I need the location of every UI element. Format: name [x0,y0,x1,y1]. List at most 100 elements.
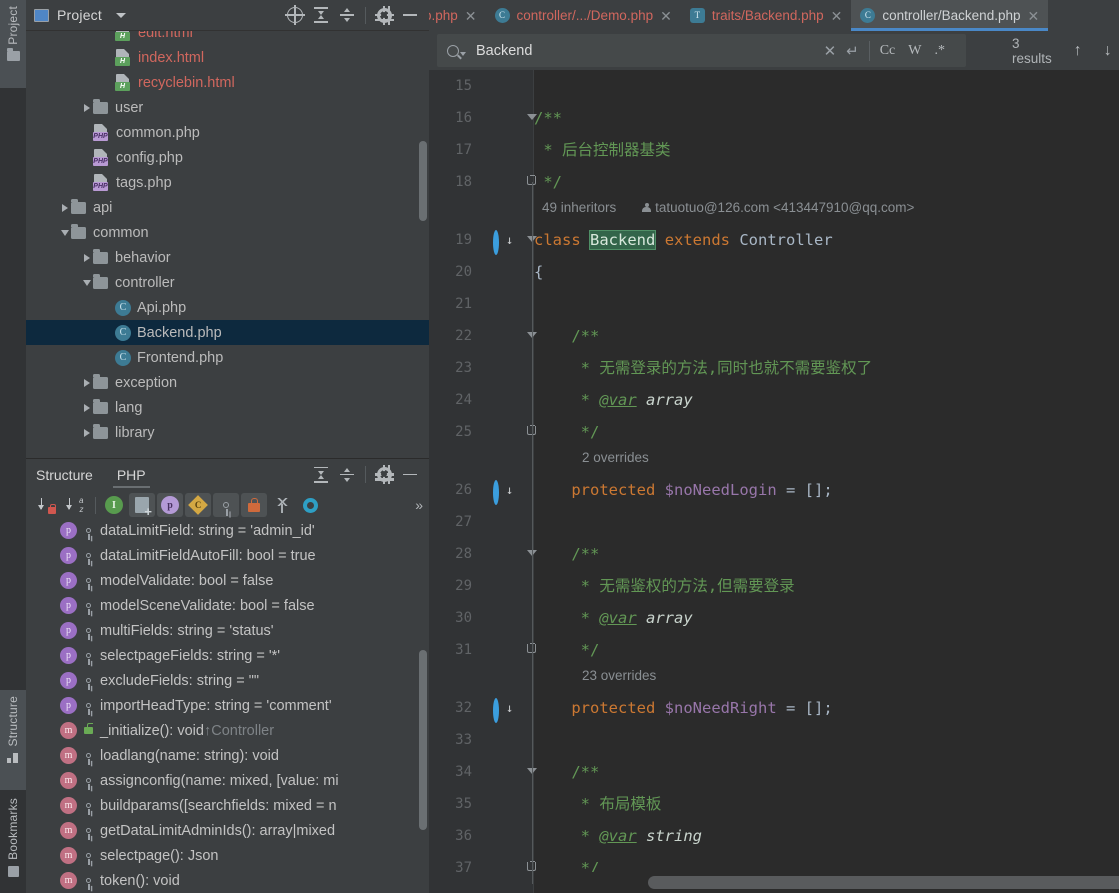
show-properties-button[interactable]: p [157,493,183,517]
structure-list-item[interactable]: p excludeFields: string = "" [26,668,429,693]
structure-list-item[interactable]: p importHeadType: string = 'comment' [26,693,429,718]
editor-tab[interactable]: Ccontroller/Backend.php ✕ [851,0,1049,31]
structure-list-item[interactable]: p modelSceneValidate: bool = false [26,593,429,618]
structure-list-item[interactable]: m _initialize(): void ↑Controller [26,718,429,743]
more-toolbar-button[interactable]: » [415,497,423,513]
editor-tab[interactable]: Ccontroller/.../Demo.php ✕ [486,0,681,31]
inline-hint-inheritors[interactable]: 49 inheritors tatuotuo@126.com <41344791… [534,195,914,221]
chevron-right-icon[interactable] [80,403,93,412]
tree-row[interactable]: common [26,220,429,245]
chevron-right-icon[interactable] [80,428,93,437]
close-icon[interactable]: ✕ [660,9,672,23]
tab-structure[interactable]: Structure [36,459,93,490]
protected-visibility-icon [81,528,95,540]
code-editor[interactable]: 15 16 17 18 19 ↓ 20 21 22 23 24 25 26 ↓ 27 28 29 30 31 32 ↓ 3… [429,70,1119,893]
structure-list-item[interactable]: p dataLimitFieldAutoFill: bool = true [26,543,429,568]
prev-match-button[interactable]: ↑ [1074,42,1082,60]
tree-row[interactable]: C Api.php [26,295,429,320]
editor-tab[interactable]: o.php ✕ [429,0,486,31]
show-interfaces-button[interactable] [297,493,323,517]
close-icon[interactable]: ✕ [465,9,477,23]
structure-list-item[interactable]: p dataLimitField: string = 'admin_id' [26,520,429,543]
new-line-icon[interactable]: ↵ [846,42,859,60]
tree-row[interactable]: PHP common.php [26,120,429,145]
horizontal-scrollbar-thumb[interactable] [648,876,1119,889]
show-fields-button[interactable] [129,493,155,517]
structure-collapse-all-button[interactable] [334,462,360,488]
expand-all-button[interactable] [308,2,334,28]
chevron-right-icon[interactable] [58,203,71,212]
structure-settings-button[interactable] [371,462,397,488]
tree-row[interactable]: behavior [26,245,429,270]
chevron-down-icon[interactable] [115,12,126,18]
match-case-toggle[interactable]: Cc [880,43,896,59]
structure-list-item[interactable]: m token(): void [26,868,429,893]
project-file-tree[interactable]: Hedit.html Hindex.html Hrecyclebin.html use… [26,31,429,458]
rail-button-structure[interactable]: Structure [0,690,26,790]
next-match-button[interactable]: ↓ [1104,42,1112,60]
words-toggle[interactable]: W [908,43,921,59]
show-hierarchy-button[interactable] [269,493,295,517]
rail-button-project[interactable]: Project [0,0,26,88]
show-inherited-button[interactable]: I [101,493,127,517]
tree-row[interactable]: PHP tags.php [26,170,429,195]
show-constants-button[interactable]: C [185,493,211,517]
chevron-right-icon[interactable] [80,253,93,262]
code-content[interactable]: /** * 后台控制器基类 */ 49 inheritors tatuotuo@1… [534,70,1119,893]
sort-by-visibility-button[interactable] [34,493,60,517]
structure-list-item[interactable]: p multiFields: string = 'status' [26,618,429,643]
show-private-button[interactable] [241,493,267,517]
editor-gutter[interactable]: 15 16 17 18 19 ↓ 20 21 22 23 24 25 26 ↓ 27 28 29 30 31 32 ↓ 3… [429,70,537,893]
clear-search-icon[interactable]: ✕ [824,42,837,60]
search-dropdown-icon[interactable] [460,51,466,56]
project-settings-button[interactable] [371,2,397,28]
structure-list-item[interactable]: m buildparams([searchfields: mixed = n [26,793,429,818]
horizontal-scrollbar-track[interactable] [534,872,1119,893]
structure-list-item[interactable]: m assignconfig(name: mixed, [value: mi [26,768,429,793]
tree-row[interactable]: C Frontend.php [26,345,429,370]
hide-panel-button[interactable] [397,2,423,28]
close-icon[interactable]: ✕ [831,9,843,23]
sort-alphabetically-button[interactable]: az [62,493,88,517]
structure-list-item[interactable]: m loadlang(name: string): void [26,743,429,768]
structure-list-item[interactable]: m getDataLimitAdminIds(): array|mixed [26,818,429,843]
collapse-all-button[interactable] [334,2,360,28]
locate-file-button[interactable] [282,2,308,28]
chevron-down-icon[interactable] [58,229,71,236]
tree-row[interactable]: PHP config.php [26,145,429,170]
tree-row[interactable]: lang [26,395,429,420]
tree-row[interactable]: exception [26,370,429,395]
editor-tab[interactable]: Ttraits/Backend.php ✕ [681,0,852,31]
structure-list-item[interactable]: p selectpageFields: string = '*' [26,643,429,668]
inline-hint-overrides[interactable]: 2 overrides [534,445,649,471]
structure-scrollbar[interactable] [419,650,427,830]
tree-row[interactable]: Hedit.html [26,31,429,45]
regex-toggle[interactable]: .* [935,43,946,59]
structure-expand-all-button[interactable] [308,462,334,488]
chevron-right-icon[interactable] [80,378,93,387]
run-gutter-icon[interactable]: ↓ [493,230,513,255]
structure-list-item[interactable]: p modelValidate: bool = false [26,568,429,593]
find-input-wrapper[interactable]: Backend ✕ ↵ Cc W .* [437,34,966,67]
project-tree-scrollbar[interactable] [419,141,427,221]
find-input[interactable]: Backend [476,43,824,59]
tree-row[interactable]: library [26,420,429,445]
tree-row[interactable]: C Backend.php [26,320,429,345]
run-gutter-icon[interactable]: ↓ [493,480,513,505]
tree-row[interactable]: Hrecyclebin.html [26,70,429,95]
tree-row[interactable]: user [26,95,429,120]
chevron-right-icon[interactable] [80,103,93,112]
close-icon[interactable]: ✕ [1027,9,1039,23]
tab-php[interactable]: PHP [112,459,150,490]
structure-list-item[interactable]: m selectpage(): Json [26,843,429,868]
tree-row[interactable]: controller [26,270,429,295]
tree-row[interactable]: Hindex.html [26,45,429,70]
tree-row[interactable]: api [26,195,429,220]
inline-hint-overrides[interactable]: 23 overrides [534,663,656,689]
chevron-down-icon[interactable] [80,279,93,286]
structure-hide-button[interactable] [397,462,423,488]
show-non-public-button[interactable] [213,493,239,517]
run-gutter-icon[interactable]: ↓ [493,698,513,723]
structure-member-list[interactable]: p dataLimitField: string = 'admin_id' p dat… [26,520,429,893]
rail-button-bookmarks[interactable]: Bookmarks [0,792,26,893]
